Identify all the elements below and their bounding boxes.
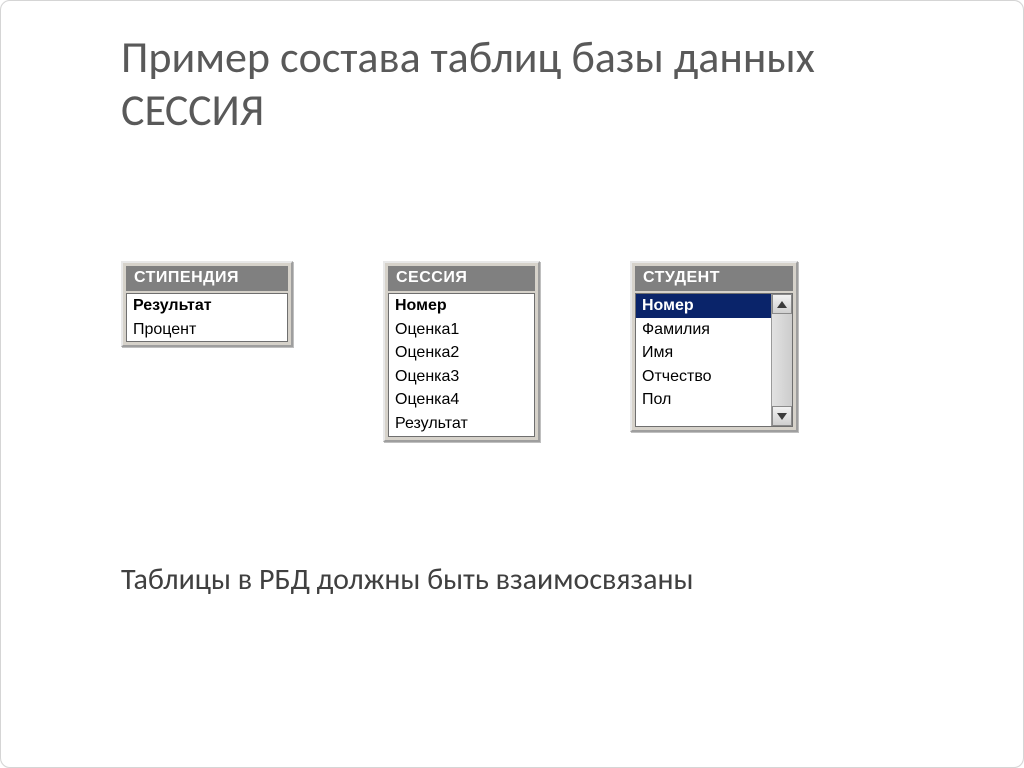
slide: Пример состава таблиц базы данных СЕССИЯ… — [0, 0, 1024, 768]
db-table-session[interactable]: СЕССИЯ Номер Оценка1 Оценка2 Оценка3 Оце… — [383, 261, 540, 442]
table-row[interactable]: Оценка4 — [389, 388, 534, 412]
scrollbar[interactable] — [771, 294, 792, 426]
scroll-down-button[interactable] — [772, 406, 792, 426]
db-table-header: СЕССИЯ — [388, 266, 535, 291]
table-row[interactable]: Результат — [127, 294, 287, 318]
table-row[interactable]: Отчество — [636, 365, 771, 389]
chevron-down-icon — [777, 413, 787, 420]
db-table-header: СТИПЕНДИЯ — [126, 266, 288, 291]
db-table-header: СТУДЕНТ — [635, 266, 793, 291]
table-row[interactable]: Оценка2 — [389, 341, 534, 365]
db-table-body-wrap: Номер Оценка1 Оценка2 Оценка3 Оценка4 Ре… — [388, 293, 535, 437]
table-row[interactable]: Результат — [389, 412, 534, 436]
table-row[interactable]: Номер — [389, 294, 534, 318]
slide-body-text: Таблицы в РБД должны быть взаимосвязаны — [121, 561, 694, 598]
db-table-stipend[interactable]: СТИПЕНДИЯ Результат Процент — [121, 261, 293, 347]
db-table-body: Результат Процент — [127, 294, 287, 341]
table-row[interactable]: Номер — [636, 294, 771, 318]
table-row[interactable]: Пол — [636, 388, 771, 412]
chevron-up-icon — [777, 301, 787, 308]
db-tables-row: СТИПЕНДИЯ Результат Процент СЕССИЯ Номер… — [121, 261, 941, 442]
db-table-body-wrap: Номер Фамилия Имя Отчество Пол — [635, 293, 793, 427]
db-table-body-wrap: Результат Процент — [126, 293, 288, 342]
db-table-student[interactable]: СТУДЕНТ Номер Фамилия Имя Отчество Пол — [630, 261, 798, 432]
slide-title: Пример состава таблиц базы данных СЕССИЯ — [121, 31, 921, 137]
table-row[interactable]: Процент — [127, 318, 287, 342]
scroll-up-button[interactable] — [772, 294, 792, 314]
db-table-body: Номер Оценка1 Оценка2 Оценка3 Оценка4 Ре… — [389, 294, 534, 436]
table-row[interactable]: Оценка1 — [389, 318, 534, 342]
table-row[interactable]: Фамилия — [636, 318, 771, 342]
table-row[interactable]: Оценка3 — [389, 365, 534, 389]
db-table-body: Номер Фамилия Имя Отчество Пол — [636, 294, 771, 426]
table-row[interactable]: Имя — [636, 341, 771, 365]
